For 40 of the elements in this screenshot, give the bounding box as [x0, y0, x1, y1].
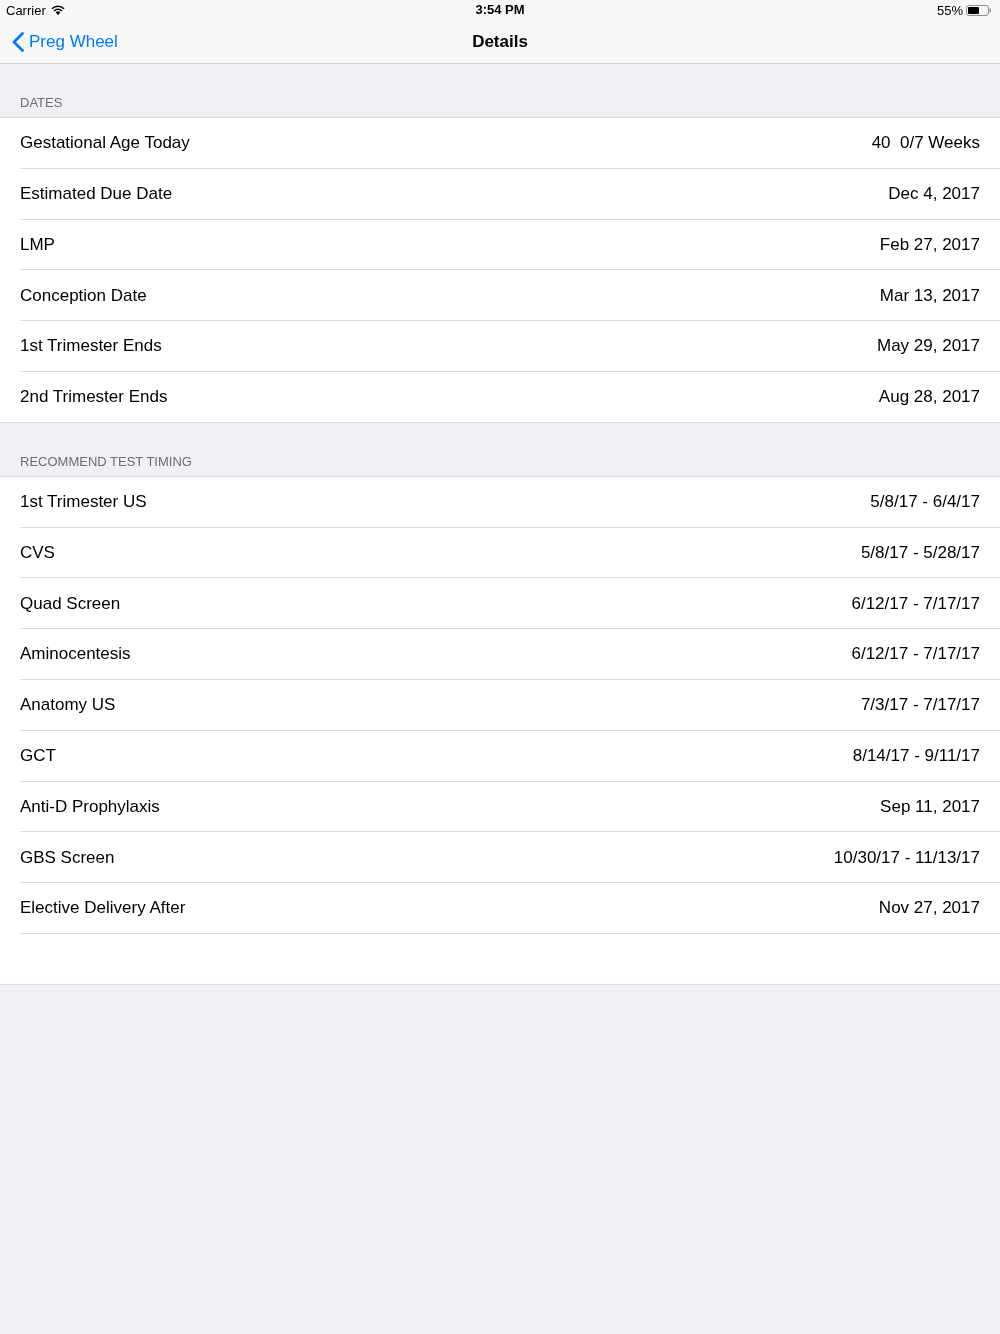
row-label: Estimated Due Date	[20, 182, 173, 205]
section-header: DATES	[20, 96, 63, 109]
row-value: 5/8/17 - 6/4/17	[870, 490, 980, 513]
row-label: GBS Screen	[20, 846, 115, 869]
row-value: Aug 28, 2017	[878, 386, 980, 409]
wifi-icon	[50, 5, 65, 15]
row-label: Quad Screen	[20, 592, 121, 615]
row-label: Aminocentesis	[20, 643, 131, 666]
row-label: Anatomy US	[20, 694, 116, 717]
navigation-title: Details	[472, 30, 528, 53]
row-value: 7/3/17 - 7/17/17	[860, 694, 980, 717]
row-value: Mar 13, 2017	[879, 284, 980, 307]
row-value: 8/14/17 - 9/11/17	[852, 744, 980, 767]
battery-icon	[966, 4, 991, 16]
row-value: Sep 11, 2017	[880, 795, 980, 818]
back-button[interactable]: Preg Wheel	[0, 20, 122, 63]
row-label: GCT	[20, 744, 56, 767]
row-label: Gestational Age Today	[20, 132, 190, 155]
row-value: 5/8/17 - 5/28/17	[860, 541, 980, 564]
row-value: 10/30/17 - 11/13/17	[833, 846, 980, 869]
row-value: Feb 27, 2017	[879, 233, 980, 256]
row-value: 6/12/17 - 7/17/17	[851, 643, 980, 666]
chevron-left-icon	[12, 31, 24, 52]
row-label: Conception Date	[20, 284, 147, 307]
carrier-label: Carrier	[6, 3, 46, 17]
section-header: RECOMMEND TEST TIMING	[20, 454, 192, 468]
row-label: Elective Delivery After	[20, 897, 186, 920]
row-label: CVS	[20, 541, 55, 564]
row-value: Nov 27, 2017	[878, 897, 980, 920]
row-value: Dec 4, 2017	[888, 182, 980, 205]
row-label: 1st Trimester Ends	[20, 335, 162, 358]
battery-percent: 55%	[936, 3, 963, 17]
row-label: 2nd Trimester Ends	[20, 386, 168, 409]
row-label: 1st Trimester US	[20, 490, 147, 513]
status-time: 3:54 PM	[475, 3, 525, 16]
row-value: 6/12/17 - 7/17/17	[851, 592, 980, 615]
row-value: May 29, 2017	[877, 335, 980, 358]
row-value: 40 0/7 Weeks	[871, 132, 980, 155]
row-label: Anti-D Prophylaxis	[20, 795, 160, 818]
row-label: LMP	[20, 233, 55, 256]
